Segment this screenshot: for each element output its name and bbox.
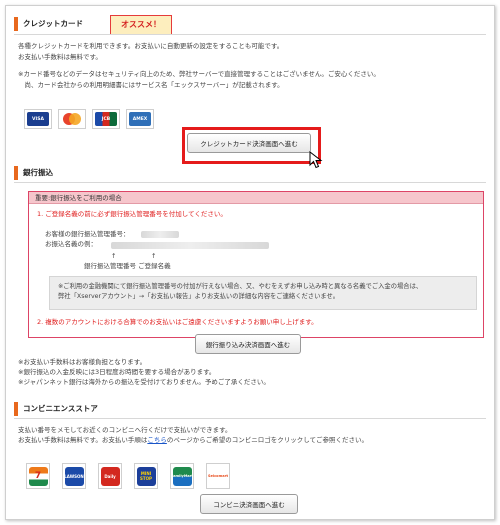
section-divider <box>14 418 486 419</box>
familymart-logo[interactable]: FamilyMart <box>170 463 194 489</box>
credit-description: 各種クレジットカードを利用できます。お支払いに自動更新の設定をすることも可能です… <box>18 42 284 50</box>
bank-rule-2: 2. 複数のアカウントにおける合算でのお支払いはご遠慮くださいますようお願い申し… <box>37 318 318 326</box>
bank-overseas-note: ※ジャパンネット銀行は海外からの振込を受付けておりません。予めご了承ください。 <box>18 378 270 386</box>
convenience-store-payment-button[interactable]: コンビニ決済画面へ進む <box>200 494 298 514</box>
bank-processing-note: ※銀行振込の入金反映には3日程度お時間を要する場合があります。 <box>18 368 216 376</box>
convenience-store-heading: コンビニエンスストア <box>14 402 98 416</box>
bank-important-title: 重要:銀行振込をご利用の場合 <box>29 192 483 204</box>
credit-security-note: ※カード番号などのデータはセキュリティ向上のため、弊社サーバーで直接管理すること… <box>18 70 380 78</box>
bank-transfer-payment-button[interactable]: 銀行振り込み決済画面へ進む <box>195 334 301 354</box>
bank-notice-line2: 弊社「Xserverアカウント」→「お支払い報告」よりお支払いの詳細な内容をご連… <box>58 293 340 300</box>
mastercard-logo-face <box>61 112 83 126</box>
redacted-name <box>111 242 269 249</box>
visa-logo-face: VISA <box>27 112 49 126</box>
recommended-badge: オススメ！ <box>110 15 172 35</box>
bank-number-label: お客様の銀行振込管理番号： <box>45 230 130 238</box>
amex-logo-face: AMEX <box>129 112 151 126</box>
mouse-pointer-icon <box>309 151 323 169</box>
bank-rule-1: 1. ご登録名義の前に必ず銀行振込管理番号を付加してください。 <box>37 210 227 218</box>
ministop-logo-face: MINI STOP <box>136 466 156 486</box>
section-divider <box>14 34 486 35</box>
bank-name-label: お振込名義の例： <box>45 240 97 248</box>
jcb-logo-face: JCB <box>95 112 117 126</box>
ministop-logo[interactable]: MINI STOP <box>134 463 158 489</box>
convenience-fee-text-after: のページからご希望のコンビニロゴをクリックしてご参照ください。 <box>166 436 369 444</box>
arrow-up-icon: ↑ <box>151 252 157 260</box>
convenience-fee-note: お支払い手数料は無料です。お支払い手順はこちらのページからご希望のコンビニロゴを… <box>18 436 368 445</box>
highlight-box <box>182 127 321 164</box>
mastercard-icon <box>63 113 81 125</box>
seicomart-logo-face: Seicomart <box>208 466 228 486</box>
jcb-logo: JCB <box>92 109 120 129</box>
redacted-number <box>141 231 179 238</box>
lawson-logo[interactable]: LAWSON <box>62 463 86 489</box>
convenience-description: 支払い番号をメモしてお近くのコンビニへ行くだけで支払いができます。 <box>18 426 232 434</box>
mastercard-logo <box>58 109 86 129</box>
credit-statement-note: 尚、カード会社からの利用明細書にはサービス名「エックスサーバー」が記載されます。 <box>18 81 284 89</box>
bank-transfer-heading: 銀行振込 <box>14 166 53 180</box>
payment-methods-panel: クレジットカード オススメ！ 各種クレジットカードを利用できます。お支払いに自動… <box>5 5 495 520</box>
arrow-up-icon: ↑ <box>111 252 117 260</box>
seicomart-logo[interactable]: Seicomart <box>206 463 230 489</box>
daily-yamazaki-logo[interactable]: Daily <box>98 463 122 489</box>
convenience-fee-text: お支払い手数料は無料です。お支払い手順は <box>18 436 148 444</box>
bank-example-caption: 銀行振込管理番号 ご登録名義 <box>84 262 171 270</box>
bank-notice: ※ご利用の金融機関にて銀行振込管理番号の付加が行えない場合、又、やむをえずお申し… <box>49 276 477 310</box>
payment-steps-link[interactable]: こちら <box>147 436 167 444</box>
lawson-logo-face: LAWSON <box>64 466 84 486</box>
visa-logo: VISA <box>24 109 52 129</box>
familymart-logo-face: FamilyMart <box>171 466 193 486</box>
credit-card-heading: クレジットカード <box>14 17 83 31</box>
bank-important-box: 重要:銀行振込をご利用の場合 1. ご登録名義の前に必ず銀行振込管理番号を付加し… <box>28 191 484 338</box>
credit-fee-note: お支払い手数料は無料です。 <box>18 53 102 61</box>
amex-logo: AMEX <box>126 109 154 129</box>
bank-fee-note: ※お支払い手数料はお客様負担となります。 <box>18 358 147 366</box>
daily-logo-face: Daily <box>100 466 120 486</box>
seven-eleven-logo[interactable]: 7 <box>26 463 50 489</box>
seven-eleven-logo-face: 7 <box>28 466 48 486</box>
section-divider <box>14 182 486 183</box>
bank-notice-line1: ※ご利用の金融機関にて銀行振込管理番号の付加が行えない場合、又、やむをえずお申し… <box>58 283 423 290</box>
